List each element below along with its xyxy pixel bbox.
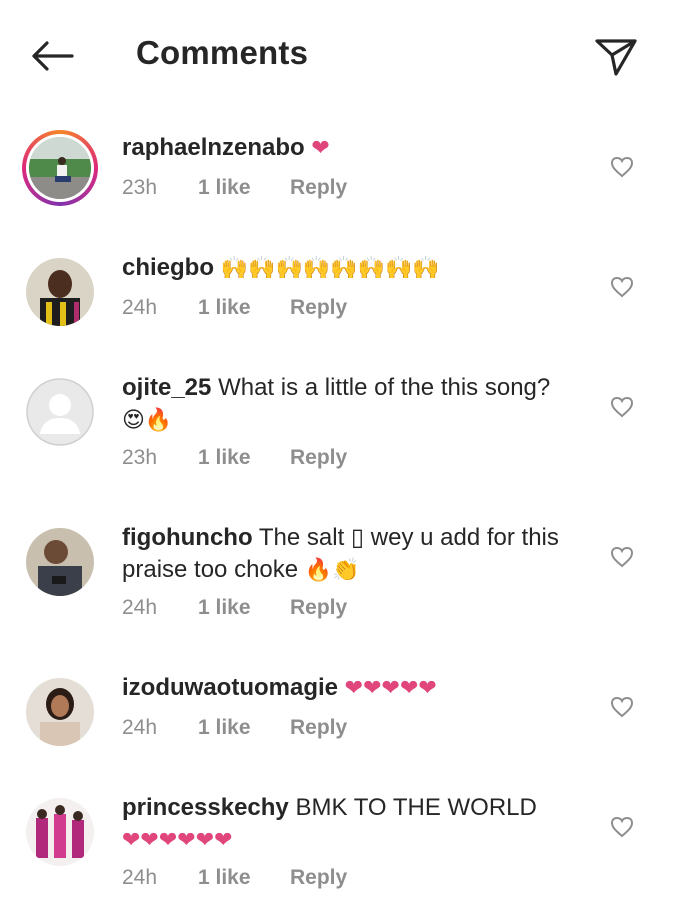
default-avatar-icon xyxy=(26,378,94,446)
like-button[interactable] xyxy=(606,692,638,722)
comment-username[interactable]: chiegbo xyxy=(122,254,214,281)
heart-emoji: ❤❤❤❤❤❤ xyxy=(122,827,233,852)
comment-time: 24h xyxy=(122,596,158,619)
heart-outline-icon xyxy=(610,546,634,568)
avatar[interactable] xyxy=(22,130,98,206)
comment-time: 24h xyxy=(122,296,158,319)
comment-username[interactable]: izoduwaotuomagie xyxy=(122,674,338,701)
page-title: Comments xyxy=(136,34,309,71)
paper-plane-icon xyxy=(595,39,637,76)
likes-count[interactable]: 1 like xyxy=(198,446,290,470)
comment-time: 23h xyxy=(122,176,158,199)
reply-button[interactable]: Reply xyxy=(290,866,347,890)
comment-username[interactable]: figohuncho xyxy=(122,524,253,551)
reply-button[interactable]: Reply xyxy=(290,296,347,320)
like-button[interactable] xyxy=(606,542,638,572)
heart-emoji: ❤❤❤❤❤ xyxy=(344,675,437,700)
arrow-left-icon xyxy=(32,41,74,71)
comment-item: princesskechy BMK TO THE WORLD ❤❤❤❤❤❤ 24… xyxy=(0,782,674,901)
share-button[interactable] xyxy=(590,34,642,80)
comment-time: 24h xyxy=(122,716,158,739)
heart-outline-icon xyxy=(610,276,634,298)
avatar[interactable] xyxy=(22,674,98,750)
comment-username[interactable]: princesskechy xyxy=(122,794,289,821)
like-button[interactable] xyxy=(606,152,638,182)
likes-count[interactable]: 1 like xyxy=(198,296,290,320)
header: Comments xyxy=(0,0,674,112)
likes-count[interactable]: 1 like xyxy=(198,716,290,740)
likes-count[interactable]: 1 like xyxy=(198,866,290,890)
heart-emoji: ❤ xyxy=(311,135,330,160)
avatar[interactable] xyxy=(22,524,98,600)
avatar[interactable] xyxy=(22,794,98,870)
heart-outline-icon xyxy=(610,816,634,838)
reply-button[interactable]: Reply xyxy=(290,446,347,470)
comment-text: What is a little of the this song? xyxy=(218,374,551,401)
raised-hands-emoji: 🙌🙌🙌🙌🙌🙌🙌🙌 xyxy=(220,255,440,280)
comment-item: ojite_25 What is a little of the this so… xyxy=(0,362,674,492)
comment-item: figohuncho The salt ▯ wey u add for this… xyxy=(0,512,674,642)
comment-item: izoduwaotuomagie ❤❤❤❤❤ 24h 1 like Reply xyxy=(0,662,674,762)
comment-text: BMK TO THE WORLD xyxy=(295,794,537,821)
reply-button[interactable]: Reply xyxy=(290,176,347,200)
comment-username[interactable]: raphaelnzenabo xyxy=(122,134,305,161)
avatar[interactable] xyxy=(22,254,98,330)
heart-outline-icon xyxy=(610,396,634,418)
reply-button[interactable]: Reply xyxy=(290,596,347,620)
avatar[interactable] xyxy=(22,374,98,450)
heart-outline-icon xyxy=(610,156,634,178)
emoji-reaction: 😍🔥 xyxy=(122,407,173,432)
likes-count[interactable]: 1 like xyxy=(198,176,290,200)
like-button[interactable] xyxy=(606,812,638,842)
comment-time: 23h xyxy=(122,446,158,469)
like-button[interactable] xyxy=(606,392,638,422)
emoji-reaction: 🔥👏 xyxy=(304,557,360,582)
comment-item: chiegbo 🙌🙌🙌🙌🙌🙌🙌🙌 24h 1 like Reply xyxy=(0,242,674,342)
reply-button[interactable]: Reply xyxy=(290,716,347,740)
comment-time: 24h xyxy=(122,866,158,889)
like-button[interactable] xyxy=(606,272,638,302)
comment-item: raphaelnzenabo ❤ 23h 1 like Reply xyxy=(0,122,674,222)
back-button[interactable] xyxy=(28,36,76,76)
likes-count[interactable]: 1 like xyxy=(198,596,290,620)
comment-username[interactable]: ojite_25 xyxy=(122,374,211,401)
heart-outline-icon xyxy=(610,696,634,718)
